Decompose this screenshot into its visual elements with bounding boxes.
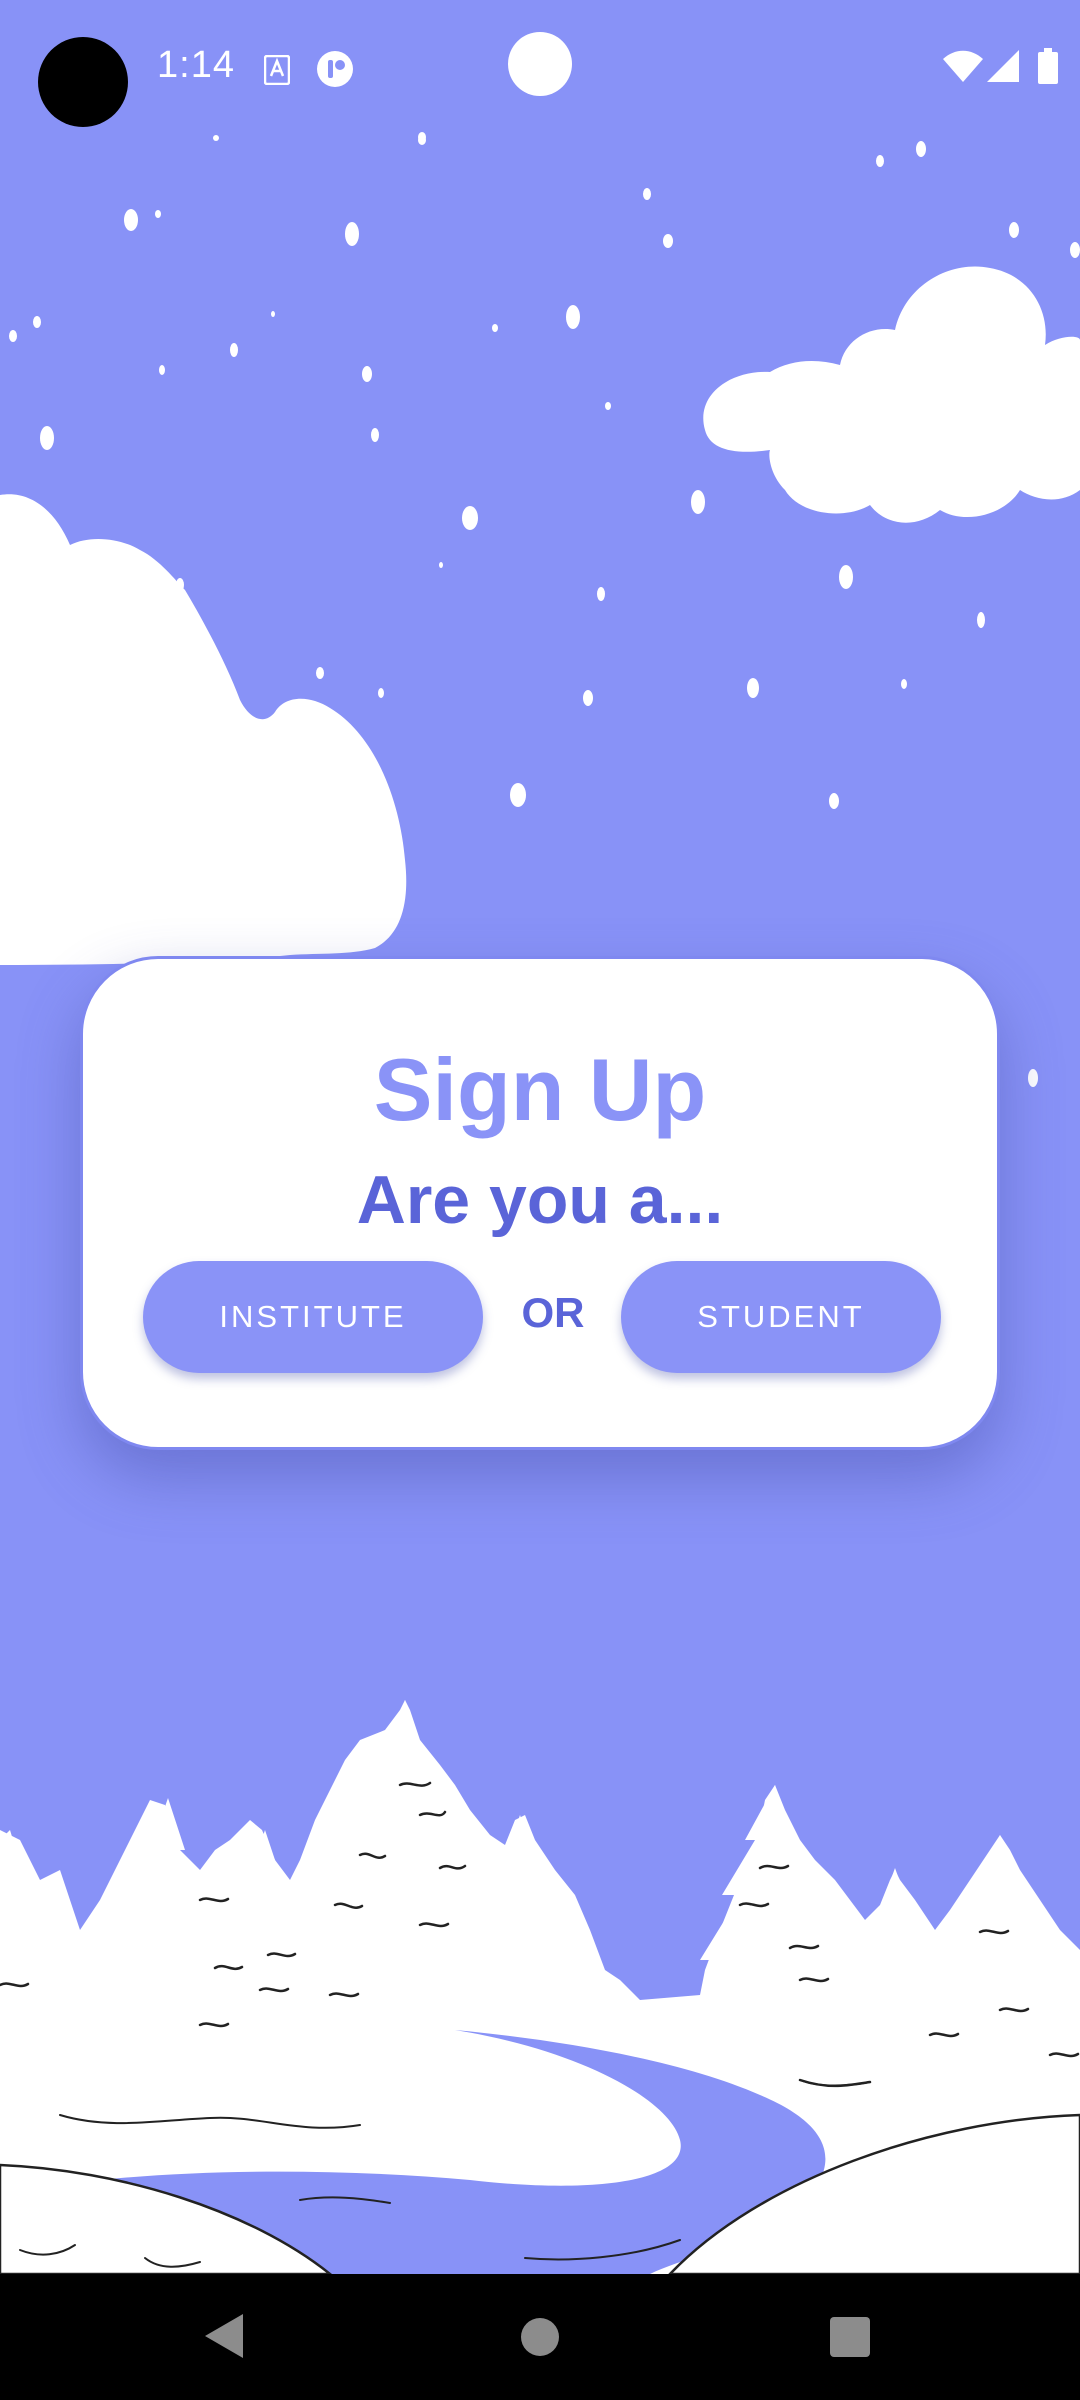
app-notification-icon [317,51,353,87]
status-center-dot [508,32,572,96]
or-separator: OR [521,1289,585,1336]
student-button[interactable]: STUDENT [621,1261,941,1373]
status-time: 1:14 [157,44,235,86]
signup-title: Sign Up [373,1040,707,1139]
institute-button[interactable]: INSTITUTE [143,1261,483,1373]
wifi-icon [943,50,983,82]
recents-icon[interactable] [830,2317,870,2357]
front-camera-cutout [38,37,128,127]
role-question: Are you a... [356,1162,724,1238]
signup-dialog: Sign Up Are you a... INSTITUTE OR STUDEN… [80,956,1000,1450]
status-bar: 1:14 [0,0,1080,130]
text-recognition-icon [264,55,290,85]
home-icon[interactable] [521,2318,559,2356]
navigation-bar [0,2274,1080,2400]
battery-icon [1038,48,1058,84]
back-icon[interactable] [205,2314,243,2358]
cellular-signal-icon [987,50,1019,82]
